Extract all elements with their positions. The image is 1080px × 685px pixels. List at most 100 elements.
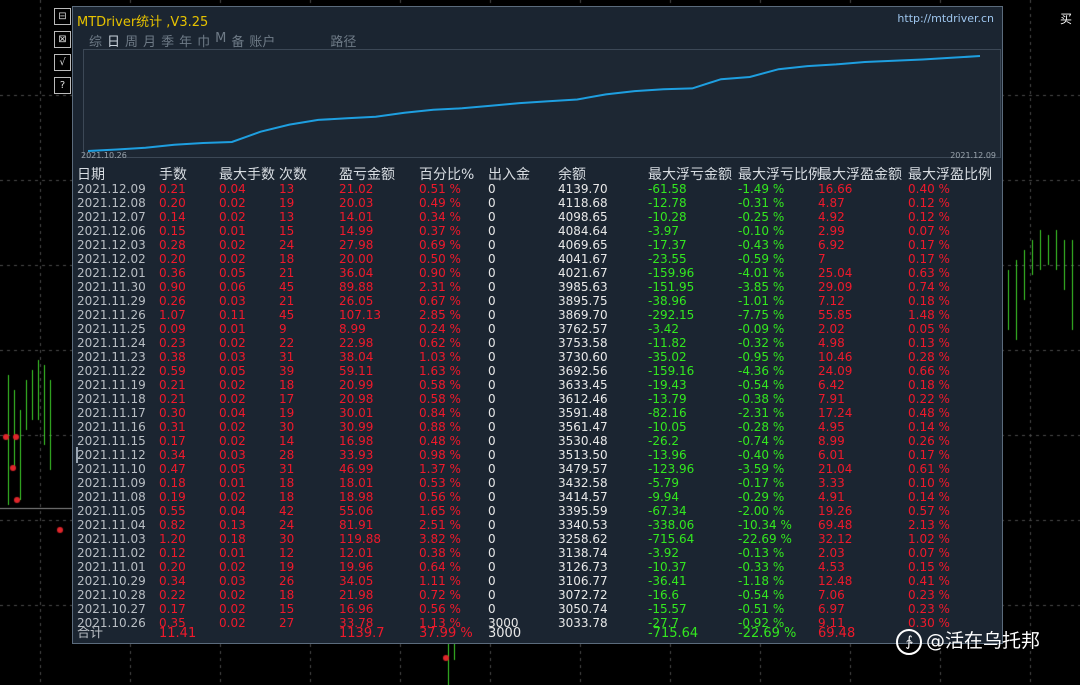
tab-7[interactable]: M (215, 31, 226, 50)
table-cell: 3612.46 (558, 392, 608, 406)
table-cell: 29.09 (818, 280, 853, 294)
tab-1[interactable]: 日 (107, 31, 120, 50)
tab-0[interactable]: 综 (89, 31, 102, 50)
totals-cell: -715.64 (648, 626, 699, 641)
table-cell: 2.51 % (419, 518, 461, 532)
table-cell: 3591.48 (558, 406, 608, 420)
table-cell: -10.05 (648, 420, 687, 434)
table-cell: 24 (279, 238, 295, 252)
table-cell: 0.20 (159, 196, 186, 210)
side-button-1[interactable]: ⊠ (54, 31, 71, 48)
header-5[interactable]: 百分比% (419, 164, 474, 184)
table-cell: 22.98 (339, 336, 374, 350)
table-cell: 30 (279, 420, 295, 434)
side-button-2[interactable]: √ (54, 54, 71, 71)
table-cell: 0.18 (219, 532, 246, 546)
table-cell: 4021.67 (558, 266, 608, 280)
table-cell: 20.99 (339, 378, 374, 392)
table-cell: -38.96 (648, 294, 687, 308)
table-cell: -23.55 (648, 252, 687, 266)
table-cell: 0.21 (159, 378, 186, 392)
table-cell: 0 (488, 266, 496, 280)
tab-10[interactable]: 路径 (330, 31, 356, 50)
header-9[interactable]: 最大浮亏比例 (738, 164, 822, 184)
table-cell: 0.98 % (419, 448, 461, 462)
table-cell: -82.16 (648, 406, 687, 420)
header-3[interactable]: 次数 (279, 164, 307, 184)
tab-4[interactable]: 季 (161, 31, 174, 50)
tab-2[interactable]: 周 (125, 31, 138, 50)
table-cell: 0.50 % (419, 252, 461, 266)
table-cell: 19 (279, 196, 295, 210)
equity-chart (83, 49, 1001, 158)
table-cell: 0.18 % (908, 378, 950, 392)
tab-8[interactable]: 备 (231, 31, 244, 50)
table-cell: 2.13 % (908, 518, 950, 532)
header-4[interactable]: 盈亏金额 (339, 164, 395, 184)
equity-chart-svg (87, 55, 981, 152)
table-cell: -0.09 % (738, 322, 785, 336)
table-cell: 0.34 (159, 574, 186, 588)
table-cell: 30.99 (339, 420, 374, 434)
table-cell: -338.06 (648, 518, 695, 532)
table-cell: 0.63 % (908, 266, 950, 280)
table-cell: 1.07 (159, 308, 186, 322)
table-cell: 2021.11.03 (77, 532, 146, 546)
header-8[interactable]: 最大浮亏金额 (648, 164, 732, 184)
table-cell: 2021.11.10 (77, 462, 146, 476)
table-cell: 30 (279, 532, 295, 546)
table-cell: 3730.60 (558, 350, 608, 364)
table-cell: 3869.70 (558, 308, 608, 322)
header-0[interactable]: 日期 (77, 164, 105, 184)
table-cell: 0.20 (159, 560, 186, 574)
table-cell: 0.02 (219, 420, 246, 434)
table-cell: 89.88 (339, 280, 374, 294)
table-cell: 6.97 (818, 602, 845, 616)
header-6[interactable]: 出入金 (488, 164, 530, 184)
table-cell: -151.95 (648, 280, 695, 294)
side-button-3[interactable]: ? (54, 77, 71, 94)
table-cell: -19.43 (648, 378, 687, 392)
table-cell: 8.99 (339, 322, 366, 336)
table-cell: 0 (488, 322, 496, 336)
tab-9[interactable]: 账户 (249, 31, 275, 50)
table-cell: 2021.11.25 (77, 322, 146, 336)
tab-3[interactable]: 月 (143, 31, 156, 50)
table-cell: 36.04 (339, 266, 374, 280)
table-cell: 0 (488, 532, 496, 546)
table-cell: 2021.11.22 (77, 364, 146, 378)
table-cell: 0.90 (159, 280, 186, 294)
table-cell: -0.59 % (738, 252, 785, 266)
totals-cell: 1139.7 (339, 626, 385, 641)
header-11[interactable]: 最大浮盈比例 (908, 164, 992, 184)
table-cell: 18 (279, 490, 295, 504)
header-1[interactable]: 手数 (159, 164, 187, 184)
table-cell: 2021.11.02 (77, 546, 146, 560)
table-cell: -36.41 (648, 574, 687, 588)
table-cell: -2.31 % (738, 406, 785, 420)
table-cell: 2021.11.30 (77, 280, 146, 294)
table-cell: 18.01 (339, 476, 374, 490)
header-10[interactable]: 最大浮盈金额 (818, 164, 902, 184)
table-cell: 0.23 % (908, 588, 950, 602)
header-7[interactable]: 余额 (558, 164, 586, 184)
table-cell: 6.42 (818, 378, 845, 392)
table-cell: 0.58 % (419, 378, 461, 392)
table-cell: -10.34 % (738, 518, 792, 532)
table-cell: 16.66 (818, 182, 853, 196)
site-link[interactable]: http://mtdriver.cn (897, 12, 994, 25)
tab-6[interactable]: 巾 (197, 31, 210, 50)
table-cell: 0.82 (159, 518, 186, 532)
table-cell: 3561.47 (558, 420, 608, 434)
header-2[interactable]: 最大手数 (219, 164, 275, 184)
tab-5[interactable]: 年 (179, 31, 192, 50)
side-button-0[interactable]: ⊟ (54, 8, 71, 25)
table-cell: 2.03 (818, 546, 845, 560)
table-cell: 25.04 (818, 266, 853, 280)
table-cell: 19.26 (818, 504, 853, 518)
table-cell: 4.87 (818, 196, 845, 210)
table-cell: 1.02 % (908, 532, 950, 546)
table-cell: 0.62 % (419, 336, 461, 350)
table-cell: 2021.11.18 (77, 392, 146, 406)
table-cell: 0.01 (219, 476, 246, 490)
